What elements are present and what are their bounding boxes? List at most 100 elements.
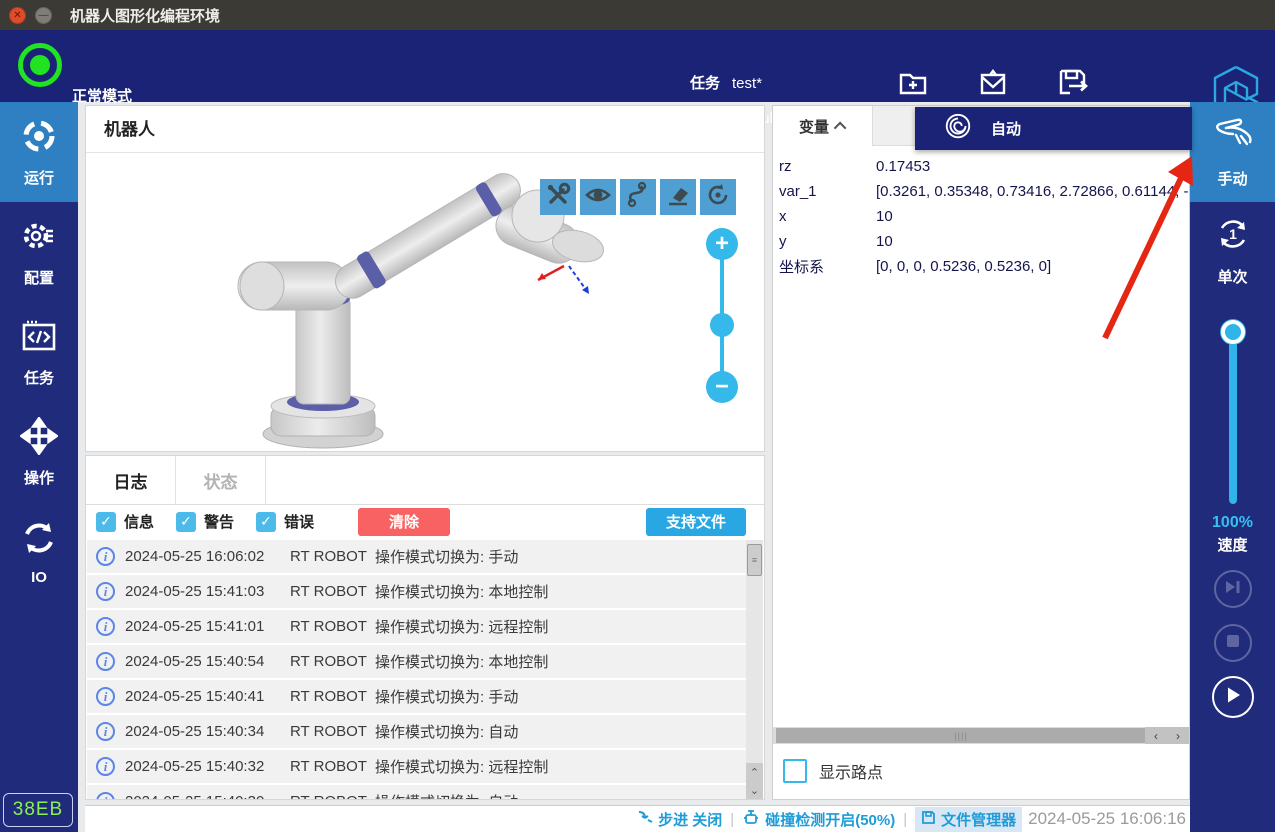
log-scrollbar-thumb[interactable]: ≡ — [747, 544, 762, 576]
filter-warning-checkbox[interactable]: ✓ — [176, 512, 196, 532]
stop-button[interactable] — [1214, 624, 1252, 662]
filter-info-checkbox[interactable]: ✓ — [96, 512, 116, 532]
variable-value: [0, 0, 0, 0.5236, 0.5236, 0] — [876, 258, 1189, 275]
normal-mode-indicator-icon — [18, 43, 62, 87]
log-row[interactable]: i 2024-05-25 15:40:34 RT ROBOT 操作模式切换为: … — [87, 715, 749, 748]
speed-slider[interactable] — [1227, 320, 1239, 510]
log-row[interactable]: i 2024-05-25 15:40:41 RT ROBOT 操作模式切换为: … — [87, 680, 749, 713]
log-tab-bar: 日志 状态 — [86, 456, 764, 505]
zoom-slider-thumb[interactable] — [710, 313, 734, 337]
sidebar-item-run[interactable]: 运行 — [0, 102, 78, 202]
tools-icon — [544, 181, 572, 214]
reset-view-button[interactable] — [700, 179, 736, 215]
info-icon: i — [96, 792, 115, 799]
tab-log[interactable]: 日志 — [86, 456, 176, 504]
visibility-button[interactable] — [580, 179, 616, 215]
log-message: 操作模式切换为: 远程控制 — [375, 756, 749, 777]
variable-value: 10 — [876, 233, 1189, 250]
window-close-button[interactable]: ✕ — [9, 7, 26, 24]
play-icon — [1224, 686, 1242, 709]
log-row[interactable]: i 2024-05-25 16:06:02 RT ROBOT 操作模式切换为: … — [87, 540, 749, 573]
clear-log-button[interactable]: 清除 — [358, 508, 450, 536]
log-row[interactable]: i 2024-05-25 15:40:30 RT ROBOT 操作模式切换为: … — [87, 785, 749, 799]
log-time: 2024-05-25 15:41:03 — [125, 583, 290, 600]
sidebar-item-operate[interactable]: 操作 — [0, 402, 78, 502]
tools-button[interactable] — [540, 179, 576, 215]
info-icon: i — [96, 722, 115, 741]
log-message: 操作模式切换为: 本地控制 — [375, 581, 749, 602]
view-zoom-control: + − — [706, 228, 738, 403]
file-manager-text: 文件管理器 — [941, 809, 1016, 830]
log-filter-row: ✓ 信息 ✓ 警告 ✓ 错误 清除 支持文件 — [86, 505, 764, 538]
robot-view-panel: 机器人 — [85, 105, 765, 452]
scroll-down-icon[interactable]: ⌄ — [746, 781, 763, 799]
variables-tab[interactable]: 变量 — [773, 106, 873, 146]
log-list[interactable]: i 2024-05-25 16:06:02 RT ROBOT 操作模式切换为: … — [87, 540, 749, 799]
variable-row[interactable]: rz 0.17453 — [779, 154, 1189, 179]
sidebar-item-task[interactable]: 任务 — [0, 302, 78, 402]
collapse-chevron-icon — [834, 121, 847, 134]
filter-warning-label: 警告 — [204, 511, 234, 532]
scroll-right-icon[interactable]: › — [1167, 727, 1189, 744]
window-minimize-button[interactable]: — — [35, 7, 52, 24]
code-window-icon — [20, 317, 58, 360]
log-row[interactable]: i 2024-05-25 15:41:03 RT ROBOT 操作模式切换为: … — [87, 575, 749, 608]
variable-row[interactable]: 坐标系 [0, 0, 0, 0.5236, 0.5236, 0] — [779, 254, 1189, 279]
task-field: 任务test* — [690, 72, 762, 93]
log-time: 2024-05-25 15:40:54 — [125, 653, 290, 670]
erase-button[interactable] — [660, 179, 696, 215]
log-row[interactable]: i 2024-05-25 15:40:54 RT ROBOT 操作模式切换为: … — [87, 645, 749, 678]
variable-name: var_1 — [779, 183, 876, 200]
sidebar-item-single-run[interactable]: 1 单次 — [1190, 202, 1275, 298]
auto-mode-label: 自动 — [991, 118, 1021, 139]
gear-icon — [20, 217, 58, 260]
log-time: 2024-05-25 15:41:01 — [125, 618, 290, 635]
zoom-out-button[interactable]: − — [706, 371, 738, 403]
variable-row[interactable]: y 10 — [779, 229, 1189, 254]
zoom-in-button[interactable]: + — [706, 228, 738, 260]
file-manager-status[interactable]: 文件管理器 — [915, 807, 1022, 832]
log-source: RT ROBOT — [290, 688, 375, 705]
scroll-left-icon[interactable]: ‹ — [1145, 727, 1167, 744]
step-mode-icon — [637, 809, 653, 829]
sidebar-item-io[interactable]: IO — [0, 502, 78, 602]
log-time: 2024-05-25 15:40:34 — [125, 723, 290, 740]
log-source: RT ROBOT — [290, 723, 375, 740]
filter-info-label: 信息 — [124, 511, 154, 532]
filter-error-checkbox[interactable]: ✓ — [256, 512, 276, 532]
variables-horizontal-scrollbar[interactable]: |||| ‹ › — [773, 727, 1189, 744]
tab-status[interactable]: 状态 — [176, 456, 266, 504]
show-waypoints-checkbox[interactable] — [783, 759, 807, 783]
new-file-icon — [878, 66, 948, 100]
variable-row[interactable]: var_1 [0.3261, 0.35348, 0.73416, 2.72866… — [779, 179, 1189, 204]
log-time: 2024-05-25 15:40:32 — [125, 758, 290, 775]
hscrollbar-thumb[interactable]: |||| — [776, 728, 1146, 743]
step-forward-button[interactable] — [1214, 570, 1252, 608]
log-vertical-scrollbar[interactable]: ≡ ⌃ ⌄ — [746, 540, 763, 799]
variable-row[interactable]: x 10 — [779, 204, 1189, 229]
variable-value: [0.3261, 0.35348, 0.73416, 2.72866, 0.61… — [876, 183, 1189, 200]
log-time: 2024-05-25 16:06:02 — [125, 548, 290, 565]
scroll-up-icon[interactable]: ⌃ — [746, 763, 763, 781]
log-row[interactable]: i 2024-05-25 15:40:32 RT ROBOT 操作模式切换为: … — [87, 750, 749, 783]
path-button[interactable] — [620, 179, 656, 215]
speed-slider-track[interactable] — [1229, 328, 1237, 504]
log-message: 操作模式切换为: 自动 — [375, 721, 749, 742]
sidebar-item-manual-mode[interactable]: 手动 — [1190, 102, 1275, 202]
variables-panel: 变量 rz 0.17453 var_1 [0.3261, 0.35348, 0.… — [772, 105, 1190, 800]
filter-error-label: 错误 — [284, 511, 314, 532]
speed-slider-thumb[interactable] — [1221, 320, 1245, 344]
collision-detect-status[interactable]: 碰撞检测开启(50%) — [742, 809, 895, 830]
log-row[interactable]: i 2024-05-25 15:41:01 RT ROBOT 操作模式切换为: … — [87, 610, 749, 643]
step-mode-status[interactable]: 步进 关闭 — [637, 809, 722, 830]
log-source: RT ROBOT — [290, 548, 375, 565]
variable-name: 坐标系 — [779, 256, 876, 277]
mode-dropdown-item-auto[interactable]: 自动 — [915, 107, 1192, 150]
variables-table: rz 0.17453 var_1 [0.3261, 0.35348, 0.734… — [773, 146, 1189, 279]
play-button[interactable] — [1212, 676, 1254, 718]
title-bar: ✕ — 机器人图形化编程环境 — [0, 0, 1275, 30]
rotate-icon — [704, 181, 732, 214]
sidebar-item-config[interactable]: 配置 — [0, 202, 78, 302]
log-message: 操作模式切换为: 手动 — [375, 546, 749, 567]
support-file-button[interactable]: 支持文件 — [646, 508, 746, 536]
